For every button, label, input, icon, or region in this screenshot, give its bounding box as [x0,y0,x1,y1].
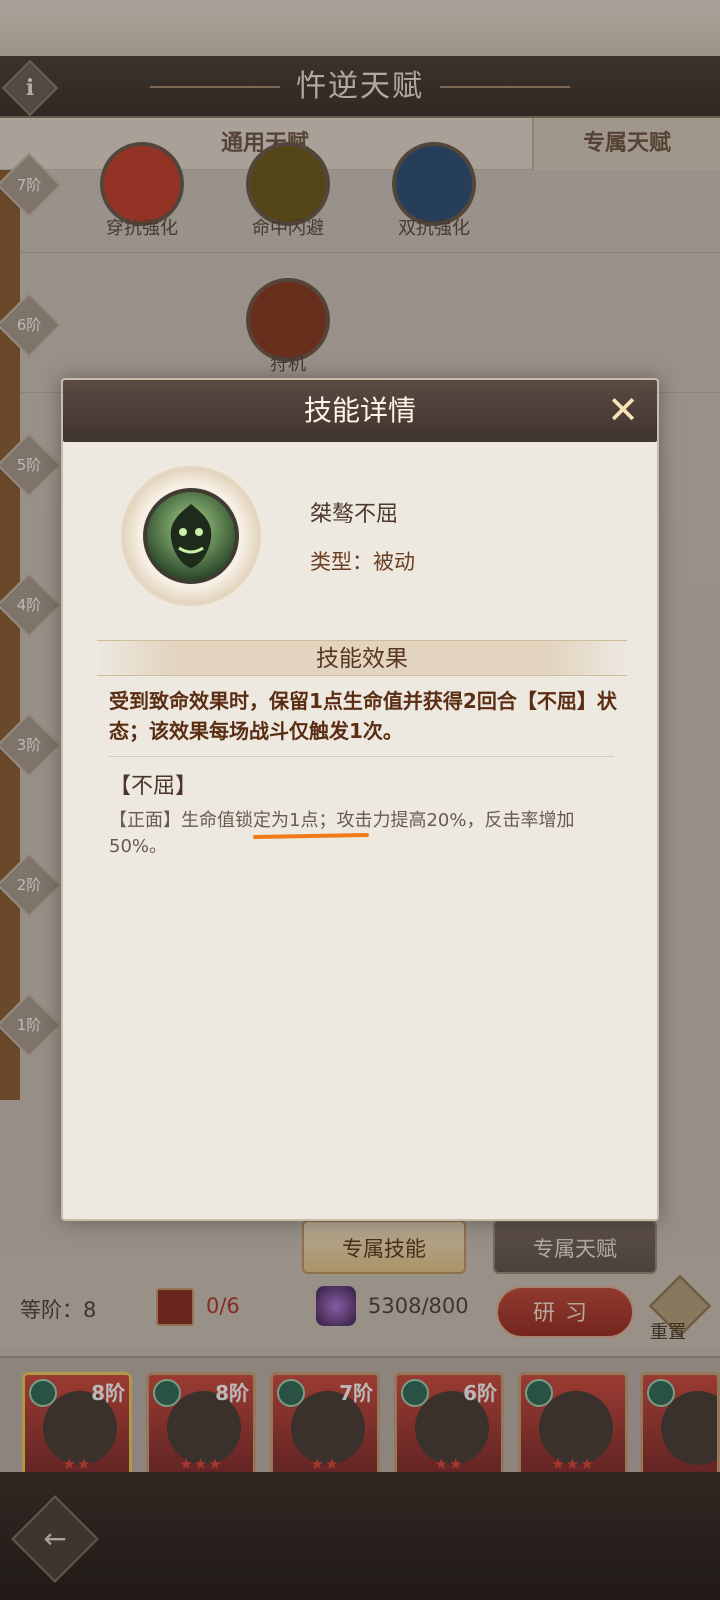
section-divider [109,756,614,757]
status-name: 【不屈】 [109,774,198,799]
effect-section-header: 技能效果 [97,640,627,676]
dialog-header: 技能详情 ✕ [63,380,657,442]
skill-name: 桀骜不屈 [310,502,399,527]
skill-icon-frame [121,466,261,606]
effect-description: 受到致命效果时，保留1点生命值并获得2回合【不屈】状态；该效果每场战斗仅触发1次… [109,689,617,743]
skill-detail-dialog: 技能详情 ✕ 桀骜不屈 类型：被动 技能效果 受到致命效果时，保留1点生命值并获… [61,378,659,1221]
demon-skill-icon [143,488,239,584]
close-icon[interactable]: ✕ [599,386,647,434]
skill-type: 类型：被动 [310,550,415,574]
dialog-title: 技能详情 [303,394,416,427]
